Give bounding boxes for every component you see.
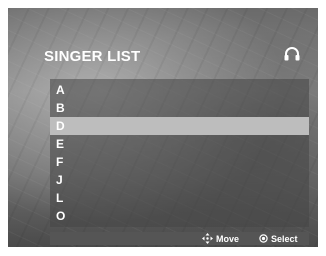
list-item-a[interactable]: A [50,81,309,99]
headphones-icon [284,47,300,61]
select-circle-icon [259,234,268,243]
list-item-e[interactable]: E [50,135,309,153]
move-hint: Move [202,232,239,245]
singer-list: A B D E F J L O [50,79,309,227]
select-label: Select [271,233,298,244]
move-label: Move [216,233,240,244]
list-item-j[interactable]: J [50,171,309,189]
list-item-l[interactable]: L [50,189,309,207]
page-title: SINGER LIST [44,48,141,65]
select-hint: Select [259,232,298,245]
list-item-f[interactable]: F [50,153,309,171]
list-item-d[interactable]: D [50,117,309,135]
list-item-o[interactable]: O [50,207,309,225]
list-item-b[interactable]: B [50,99,309,117]
dpad-icon [202,233,213,244]
tv-screen: SINGER LIST A B D E F J L O Move Select [8,8,318,247]
button-guide-bar: Move Select [50,232,309,245]
